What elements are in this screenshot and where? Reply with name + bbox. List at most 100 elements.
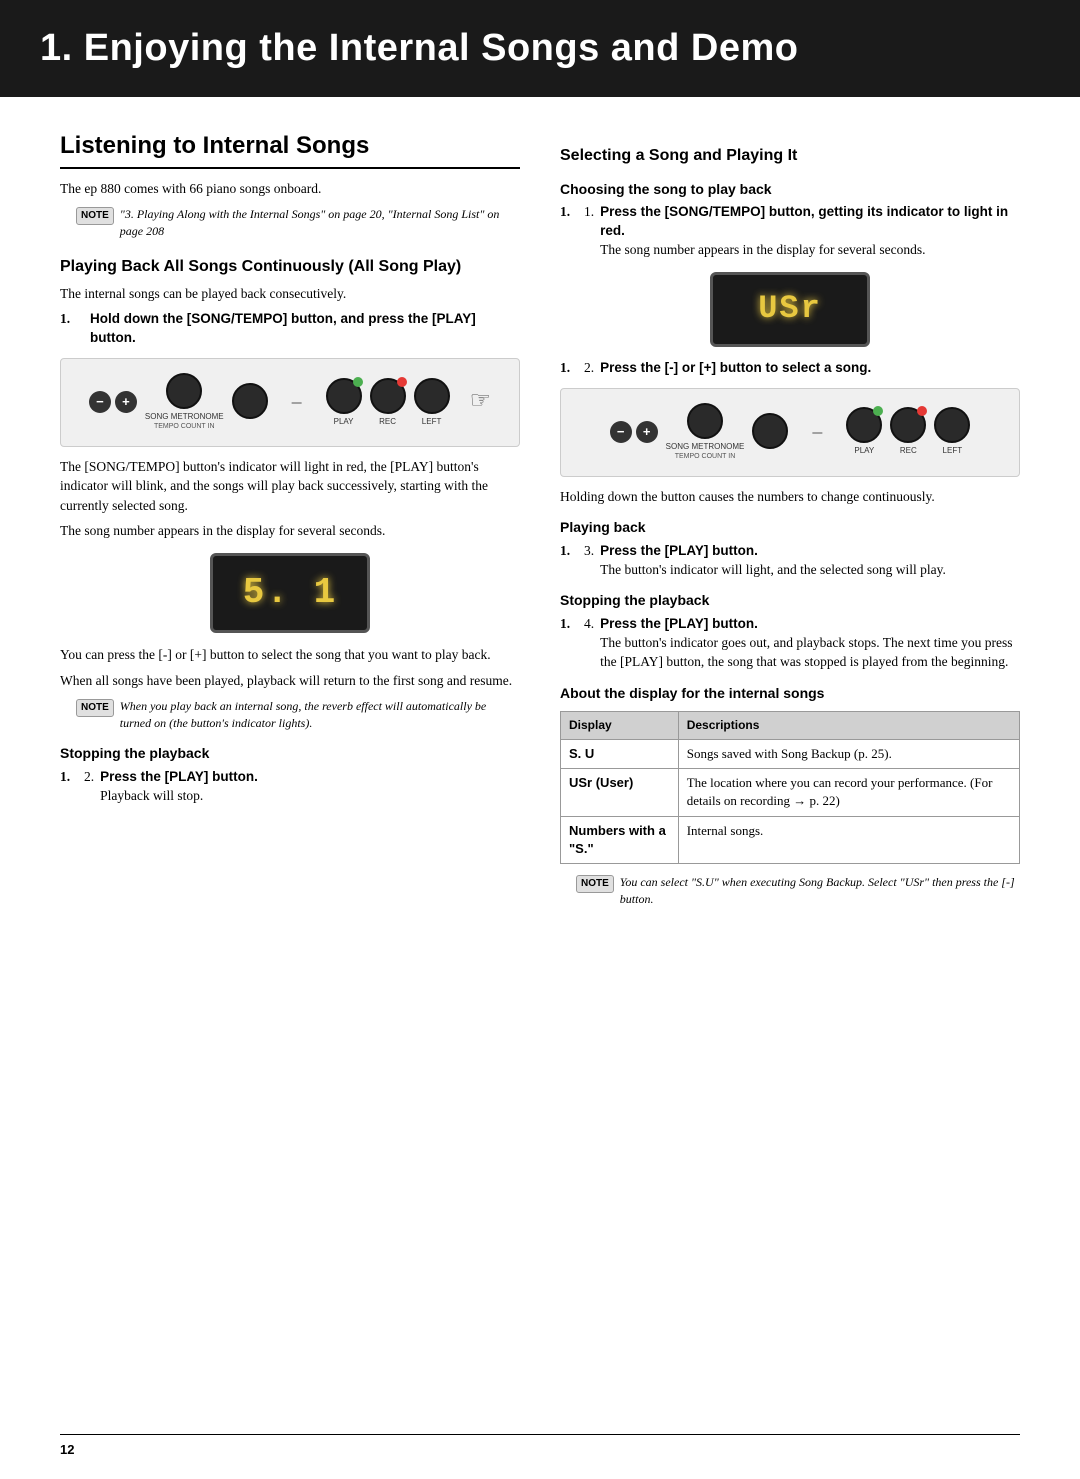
left-column: Listening to Internal Songs The ep 880 c… bbox=[60, 129, 520, 915]
stopping-right-steps: 4. Press the [PLAY] button. The button's… bbox=[560, 615, 1020, 672]
song-tempo-button-2[interactable] bbox=[687, 403, 723, 439]
all-song-play-intro: The internal songs can be played back co… bbox=[60, 284, 520, 304]
rec-button-2[interactable] bbox=[890, 407, 926, 443]
metronome-button-item-2 bbox=[752, 413, 788, 451]
section-title-listening: Listening to Internal Songs bbox=[60, 129, 520, 169]
right-column: Selecting a Song and Playing It Choosing… bbox=[560, 129, 1020, 915]
lcd-text-usr: USr bbox=[758, 287, 822, 332]
control-panel-1: − + SONG METRONOME TEMPO COUNT IN ⎯ bbox=[60, 358, 520, 447]
all-song-play-desc2: The song number appears in the display f… bbox=[60, 521, 520, 541]
count-in-label: TEMPO COUNT IN bbox=[154, 422, 215, 432]
left-button[interactable] bbox=[414, 378, 450, 414]
all-song-play-steps: Hold down the [SONG/TEMPO] button, and p… bbox=[60, 310, 520, 348]
usr-label: USr (User) bbox=[569, 775, 633, 790]
play-label: PLAY bbox=[334, 416, 354, 427]
all-song-play-desc1: The [SONG/TEMPO] button's indicator will… bbox=[60, 457, 520, 516]
step-r2: 2. Press the [-] or [+] button to select… bbox=[560, 359, 1020, 378]
stopping-playback-title-left: Stopping the playback bbox=[60, 744, 520, 764]
lcd-display-1: 5. 1 bbox=[210, 553, 370, 633]
table-row-numbers: Numbers with a "S." Internal songs. bbox=[561, 816, 1020, 863]
minus-button-2[interactable]: − bbox=[610, 421, 632, 443]
reverb-note: NOTE When you play back an internal song… bbox=[76, 698, 520, 732]
left-label: LEFT bbox=[422, 416, 442, 427]
rec-button-item-2: REC bbox=[890, 407, 926, 456]
metronome-button-item bbox=[232, 383, 268, 421]
stopping-playback-title-right: Stopping the playback bbox=[560, 591, 1020, 611]
left-label-2: LEFT bbox=[943, 445, 963, 456]
rec-label-2: REC bbox=[900, 445, 917, 456]
su-label: S. U bbox=[569, 746, 594, 761]
button-group-left: − + SONG METRONOME TEMPO COUNT IN bbox=[89, 373, 268, 432]
left-button-item: LEFT bbox=[414, 378, 450, 427]
playing-back-title: Playing back bbox=[560, 518, 1020, 538]
page-footer: 12 bbox=[60, 1434, 1020, 1459]
button-group-right: PLAY REC LEFT bbox=[326, 378, 450, 427]
play-label-2: PLAY bbox=[854, 445, 874, 456]
note-label-3: NOTE bbox=[576, 875, 614, 893]
step-r4: 4. Press the [PLAY] button. The button's… bbox=[560, 615, 1020, 672]
numbers-desc: Internal songs. bbox=[678, 816, 1019, 863]
stopping-left-steps: 2. Press the [PLAY] button. Playback wil… bbox=[60, 768, 520, 806]
play-button-2[interactable] bbox=[846, 407, 882, 443]
table-row-usr: USr (User) The location where you can re… bbox=[561, 769, 1020, 816]
song-tempo-button-item-2: SONG METRONOME TEMPO COUNT IN bbox=[666, 403, 745, 462]
reverb-note-text: When you play back an internal song, the… bbox=[120, 698, 520, 732]
display-internal-songs-title: About the display for the internal songs bbox=[560, 684, 1020, 704]
listening-note-text: "3. Playing Along with the Internal Song… bbox=[120, 206, 520, 240]
selecting-song-steps-2: 2. Press the [-] or [+] button to select… bbox=[560, 359, 1020, 378]
lcd-text-1: 5. 1 bbox=[243, 568, 337, 618]
step-2: 2. Press the [PLAY] button. Playback wil… bbox=[60, 768, 520, 806]
page-number: 12 bbox=[60, 1442, 74, 1457]
lcd-display-usr: USr bbox=[710, 272, 870, 347]
holding-down-desc: Holding down the button causes the numbe… bbox=[560, 487, 1020, 507]
metronome-button-2[interactable] bbox=[752, 413, 788, 449]
rec-button-item: REC bbox=[370, 378, 406, 427]
selecting-song-title: Selecting a Song and Playing It bbox=[560, 145, 1020, 167]
display-table: Display Descriptions S. U Songs saved wi… bbox=[560, 711, 1020, 864]
play-button-item-2: PLAY bbox=[846, 407, 882, 456]
play-button[interactable] bbox=[326, 378, 362, 414]
song-tempo-button[interactable] bbox=[166, 373, 202, 409]
step-1: Hold down the [SONG/TEMPO] button, and p… bbox=[60, 310, 520, 348]
step-r1: 1. Press the [SONG/TEMPO] button, gettin… bbox=[560, 203, 1020, 260]
button-group-right-2: PLAY REC LEFT bbox=[846, 407, 970, 456]
plus-button-2[interactable]: + bbox=[636, 421, 658, 443]
plus-button[interactable]: + bbox=[115, 391, 137, 413]
hand-arrow-1: ☞ bbox=[470, 385, 492, 419]
table-row-su: S. U Songs saved with Song Backup (p. 25… bbox=[561, 740, 1020, 769]
song-label-2: SONG METRONOME bbox=[666, 441, 745, 452]
select-song-desc: You can press the [-] or [+] button to s… bbox=[60, 645, 520, 665]
minus-button[interactable]: − bbox=[89, 391, 111, 413]
listening-intro: The ep 880 comes with 66 piano songs onb… bbox=[60, 179, 520, 199]
left-button-2[interactable] bbox=[934, 407, 970, 443]
listening-note: NOTE "3. Playing Along with the Internal… bbox=[76, 206, 520, 240]
su-note-text: You can select "S.U" when executing Song… bbox=[620, 874, 1020, 908]
playing-back-steps: 3. Press the [PLAY] button. The button's… bbox=[560, 542, 1020, 580]
choosing-song-title: Choosing the song to play back bbox=[560, 180, 1020, 200]
su-desc: Songs saved with Song Backup (p. 25). bbox=[678, 740, 1019, 769]
col-display: Display bbox=[561, 712, 679, 740]
subsection-all-song-play: Playing Back All Songs Continuously (All… bbox=[60, 256, 520, 278]
rec-label: REC bbox=[379, 416, 396, 427]
all-songs-played-desc: When all songs have been played, playbac… bbox=[60, 671, 520, 691]
metronome-button[interactable] bbox=[232, 383, 268, 419]
usr-desc: The location where you can record your p… bbox=[678, 769, 1019, 816]
chapter-header: 1. Enjoying the Internal Songs and Demo bbox=[0, 0, 1080, 97]
note-label-1: NOTE bbox=[76, 207, 114, 225]
minus-plus-2: − + bbox=[610, 421, 658, 443]
minus-plus-buttons: − + bbox=[89, 391, 137, 413]
numbers-label: Numbers with a "S." bbox=[569, 823, 666, 856]
song-tempo-button-item: SONG METRONOME TEMPO COUNT IN bbox=[145, 373, 224, 432]
count-in-label-2: TEMPO COUNT IN bbox=[675, 452, 736, 462]
button-group-left-2: − + SONG METRONOME TEMPO COUNT IN bbox=[610, 403, 789, 462]
selecting-song-steps: 1. Press the [SONG/TEMPO] button, gettin… bbox=[560, 203, 1020, 260]
col-descriptions: Descriptions bbox=[678, 712, 1019, 740]
su-note: NOTE You can select "S.U" when executing… bbox=[576, 874, 1020, 908]
rec-button[interactable] bbox=[370, 378, 406, 414]
song-label: SONG METRONOME bbox=[145, 411, 224, 422]
note-label-2: NOTE bbox=[76, 699, 114, 717]
play-button-item: PLAY bbox=[326, 378, 362, 427]
left-button-item-2: LEFT bbox=[934, 407, 970, 456]
step-r3: 3. Press the [PLAY] button. The button's… bbox=[560, 542, 1020, 580]
control-panel-2: − + SONG METRONOME TEMPO COUNT IN ⎯ bbox=[560, 388, 1020, 477]
